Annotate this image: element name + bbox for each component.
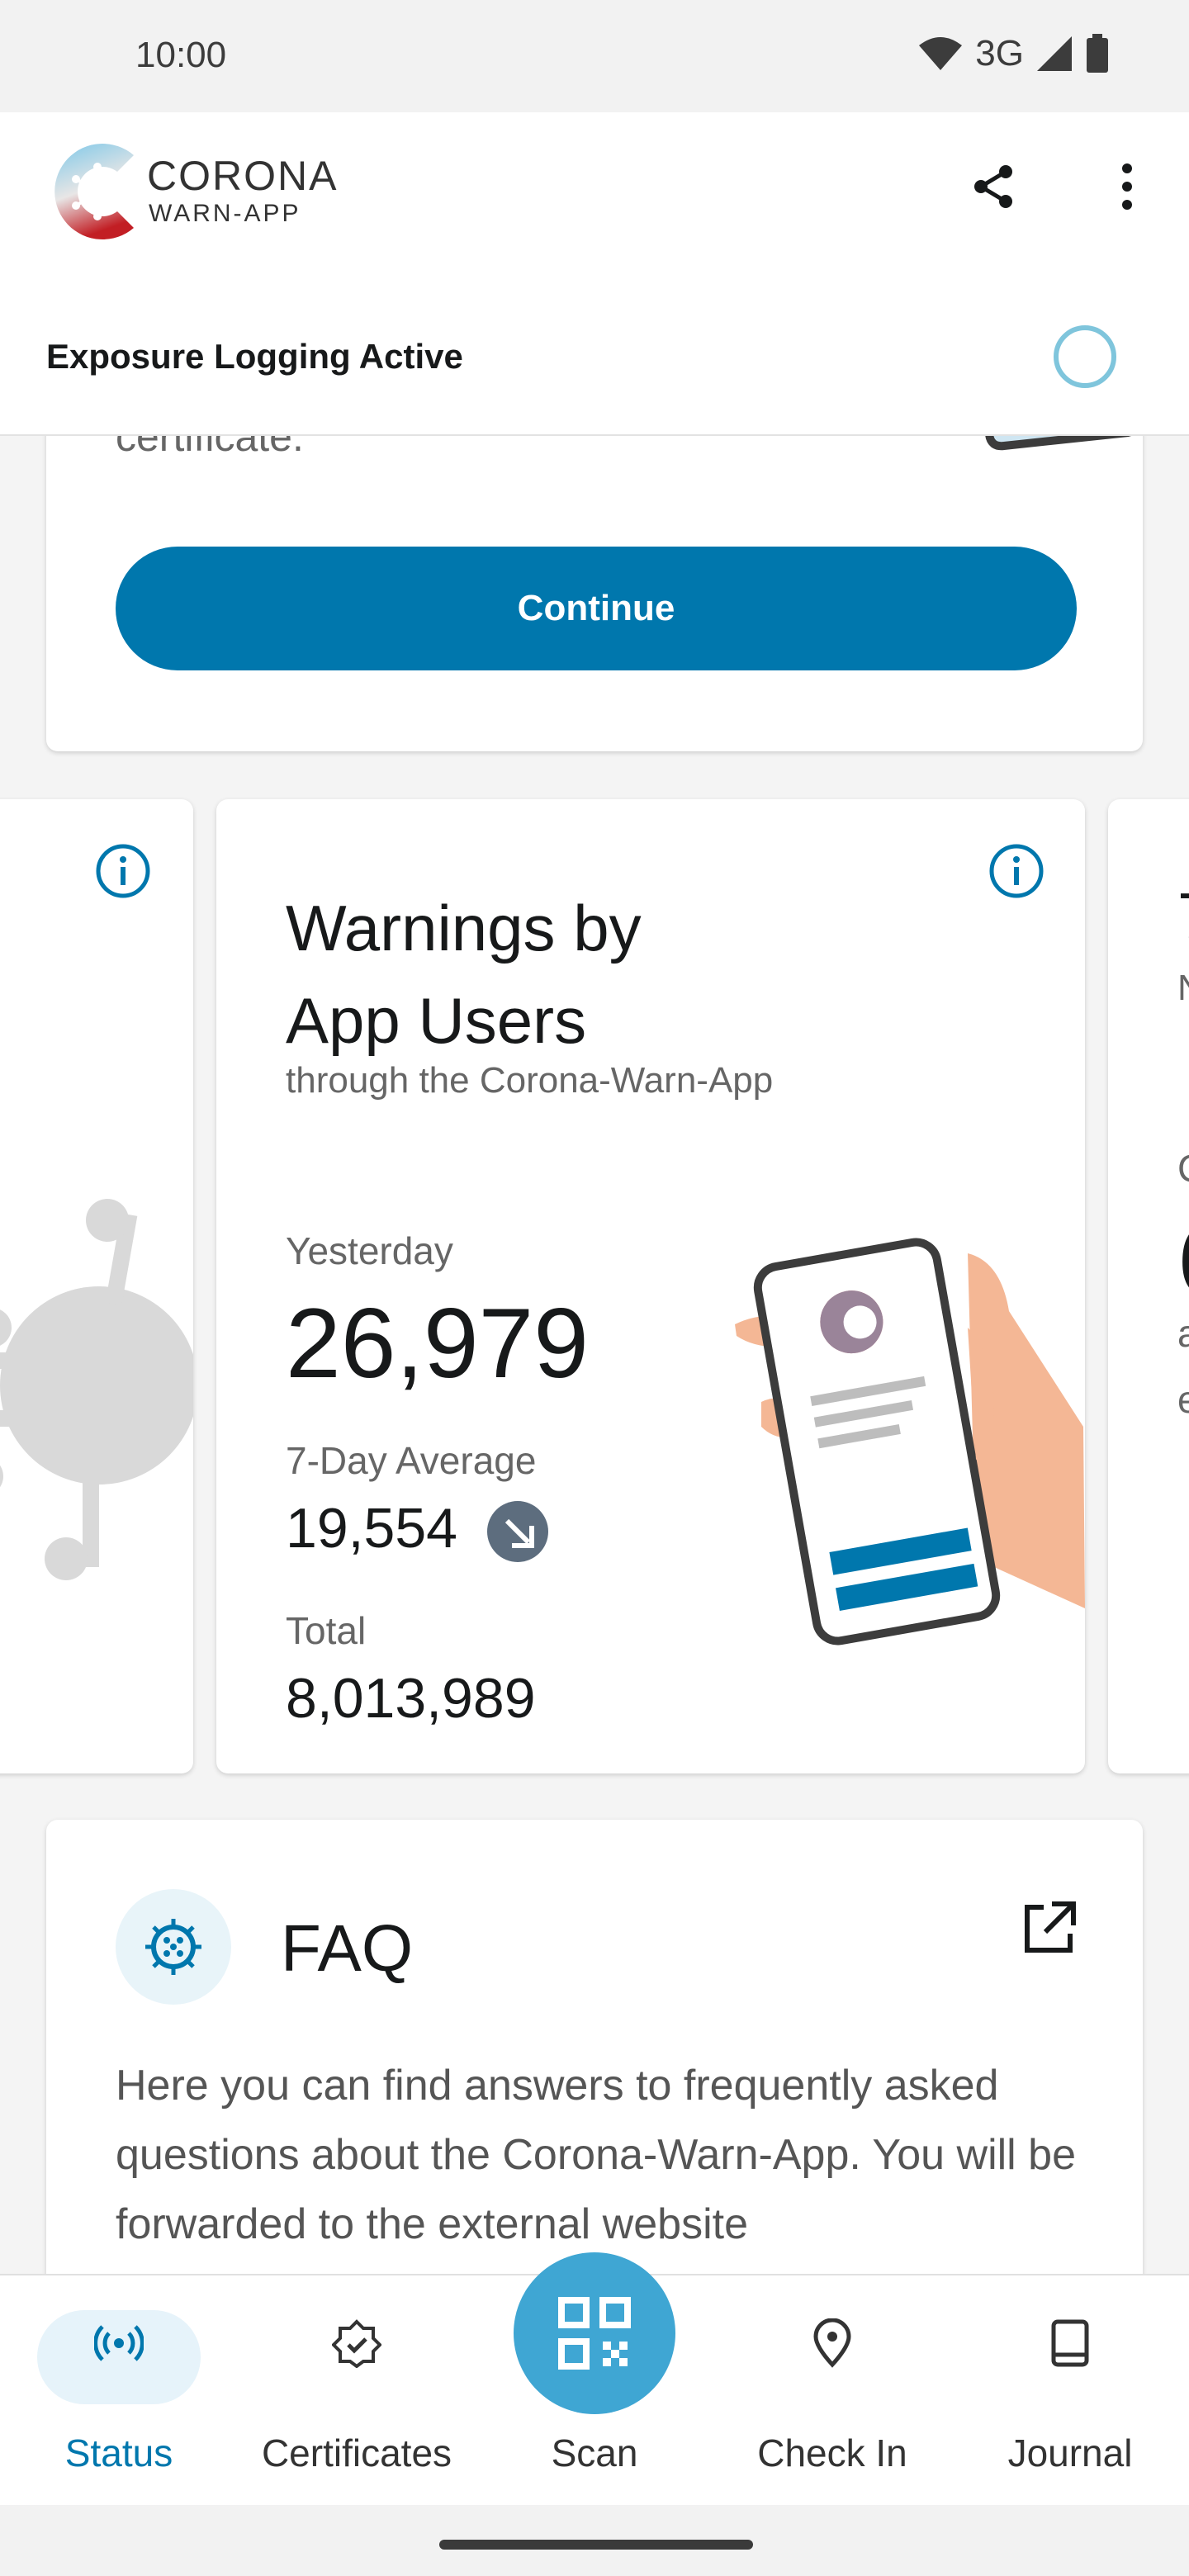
more-options-icon[interactable] — [1106, 162, 1148, 211]
nav-label-scan: Scan — [551, 2432, 638, 2474]
logo-subtitle: WARN-APP — [149, 200, 301, 227]
network-type-label: 3G — [975, 33, 1024, 73]
nav-label-status: Status — [64, 2432, 173, 2474]
total-value: 8,013,989 — [286, 1667, 536, 1730]
exposure-logging-ring-icon — [1054, 325, 1116, 388]
system-status-bar: 10:00 3G — [0, 0, 1189, 112]
share-icon[interactable] — [969, 162, 1019, 211]
scan-qr-fab[interactable] — [514, 2252, 675, 2414]
next-card-label-fragment: C — [1177, 1146, 1189, 1191]
certificate-badge-icon — [332, 2319, 381, 2368]
virus-illustration — [0, 1199, 193, 1580]
location-pin-icon — [813, 2318, 851, 2368]
yesterday-value: 26,979 — [286, 1288, 590, 1399]
faq-description: Here you can find answers to frequently … — [116, 2062, 1077, 2248]
nav-item-certificates[interactable]: Certificates — [238, 2275, 476, 2507]
hand-holding-phone-illustration — [735, 1238, 1085, 1646]
info-icon[interactable] — [988, 842, 1045, 900]
continue-button[interactable]: Continue — [116, 547, 1077, 670]
corona-warn-app-logo — [54, 144, 134, 239]
cellular-signal-icon — [1037, 36, 1072, 71]
next-card-value-fragment: 6 — [1177, 1204, 1189, 1318]
statistics-card-next: 7 N C 6 a e — [1108, 799, 1189, 1773]
statistics-subtitle: through the Corona-Warn-App — [286, 1060, 774, 1101]
gesture-handle[interactable] — [439, 2540, 753, 2550]
faq-virus-icon — [116, 1889, 231, 2005]
statistics-title-line2: App Users — [286, 984, 587, 1057]
nav-item-status[interactable]: Status — [0, 2275, 238, 2507]
wifi-icon — [919, 37, 963, 70]
status-time: 10:00 — [135, 35, 227, 75]
seven-day-average-value: 19,554 — [286, 1497, 457, 1560]
status-broadcast-icon — [94, 2325, 144, 2361]
qr-code-icon — [558, 2297, 631, 2370]
nav-item-journal[interactable]: Journal — [951, 2275, 1189, 2507]
yesterday-label: Yesterday — [286, 1229, 453, 1272]
info-icon[interactable] — [94, 842, 152, 900]
journal-book-icon — [1051, 2319, 1089, 2367]
status-indicators: 3G — [917, 33, 1110, 74]
nav-label-journal: Journal — [1007, 2432, 1133, 2474]
nav-label-check-in: Check In — [757, 2432, 907, 2474]
seven-day-average-label: 7-Day Average — [286, 1439, 537, 1482]
next-card-subtitle-fragment: N — [1177, 968, 1189, 1009]
trend-down-icon — [487, 1501, 548, 1562]
faq-title: FAQ — [281, 1911, 414, 1985]
statistics-title-line1: Warnings by — [286, 892, 642, 964]
system-gesture-bar — [0, 2505, 1189, 2576]
next-card-title-fragment: 7 — [1177, 878, 1189, 954]
statistics-title: Warnings by App Users — [286, 882, 781, 1067]
exposure-logging-status[interactable]: Exposure Logging Active — [46, 337, 463, 376]
next-card-text-fragment-a: a — [1177, 1312, 1189, 1355]
logo-title: CORONA — [147, 153, 339, 199]
warnings-by-app-users-card: Warnings by App Users through the Corona… — [216, 799, 1085, 1773]
app-header: CORONA WARN-APP Exposure Logging Active — [0, 112, 1189, 436]
external-link-icon[interactable] — [1019, 1899, 1078, 1958]
statistics-card-previous — [0, 799, 193, 1773]
nav-item-check-in[interactable]: Check In — [713, 2275, 951, 2507]
nav-label-certificates: Certificates — [261, 2432, 452, 2474]
next-card-text-fragment-e: e — [1177, 1378, 1189, 1421]
total-label: Total — [286, 1609, 367, 1652]
battery-icon — [1087, 34, 1108, 73]
certificate-promo-card: certificate. Continue — [46, 388, 1143, 751]
